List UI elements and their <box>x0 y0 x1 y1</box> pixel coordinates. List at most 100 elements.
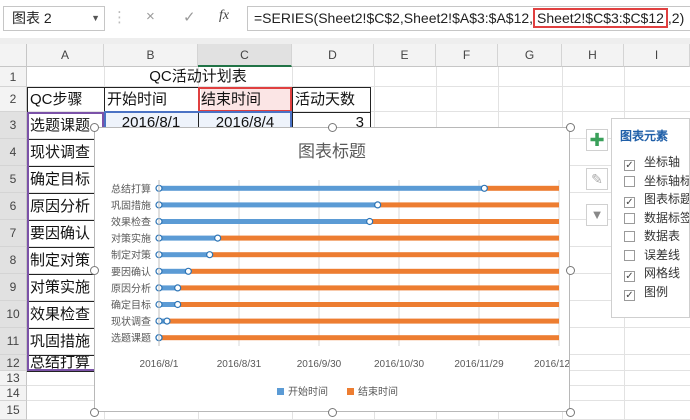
row-header[interactable]: 4 <box>0 139 27 166</box>
checkbox-icon[interactable] <box>624 231 635 242</box>
resize-handle[interactable] <box>566 123 575 132</box>
bar-end-time <box>484 185 559 191</box>
row-header[interactable]: 6 <box>0 193 27 220</box>
checkbox-checked-icon[interactable]: ✓ <box>624 160 635 171</box>
header-cell[interactable]: 开始时间 <box>107 87 197 112</box>
gantt-chart[interactable]: 图表标题 2016/8/1 2016/8/31 2016/9/30 2016/10/30… <box>95 128 584 411</box>
bar-end-time <box>369 219 559 224</box>
row-header[interactable]: 14 <box>0 386 27 401</box>
bar-selection-point <box>174 284 182 292</box>
y-tick-label: 原因分析 <box>111 282 151 295</box>
checkbox-checked-icon[interactable]: ✓ <box>624 197 635 208</box>
column-header[interactable]: F <box>436 44 498 67</box>
y-tick-label: 效果检查 <box>111 216 151 229</box>
bar-selection-point <box>206 251 214 259</box>
insert-function-icon[interactable]: fx <box>219 8 229 24</box>
checkbox-icon[interactable] <box>624 249 635 261</box>
y-tick-label: 对策实施 <box>111 232 151 245</box>
row-header[interactable]: 13 <box>0 371 27 386</box>
chart-area[interactable]: 图表标题 2016/8/1 2016/8/31 2016/9/30 2016/10/30… <box>94 127 584 412</box>
option-label: 数据标签 <box>644 210 690 225</box>
option-label: 网格线 <box>644 266 681 280</box>
name-box-value: 图表 2 <box>12 10 52 26</box>
column-header[interactable]: B <box>104 44 198 67</box>
bar-selection-point <box>174 300 182 309</box>
checkbox-icon[interactable] <box>624 175 635 187</box>
row-header[interactable]: 11 <box>0 328 27 355</box>
resize-handle[interactable] <box>566 408 575 417</box>
chart-element-option[interactable]: ✓ 图例 <box>624 283 668 301</box>
cancel-icon[interactable]: × <box>146 8 155 25</box>
resize-handle[interactable] <box>90 123 99 132</box>
bar-end-time <box>217 235 559 241</box>
column-header[interactable]: A <box>27 44 104 67</box>
header-cell[interactable]: QC步骤 <box>30 87 103 112</box>
column-header[interactable]: D <box>292 44 374 67</box>
column-header[interactable]: C <box>198 44 292 67</box>
resize-handle[interactable] <box>328 408 337 417</box>
row-header[interactable]: 5 <box>0 166 27 193</box>
row-header[interactable]: 15 <box>0 401 27 420</box>
chart-element-option[interactable]: 数据表 <box>624 227 680 244</box>
y-tick-label: 确定目标 <box>111 299 151 312</box>
select-all-corner[interactable] <box>0 44 27 67</box>
chevron-down-icon[interactable]: ▼ <box>91 7 100 30</box>
column-header[interactable]: E <box>374 44 436 67</box>
checkbox-icon[interactable] <box>624 212 635 224</box>
table-title: QC活动计划表 <box>149 68 247 85</box>
chart-element-option[interactable]: 坐标轴标题 <box>624 172 689 189</box>
option-label: 误差线 <box>644 247 681 262</box>
bar-selection-point <box>184 267 192 275</box>
formula-highlight: Sheet2!$C$3:$C$12 <box>533 8 668 28</box>
resize-handle[interactable] <box>566 266 575 275</box>
row-header[interactable]: 3 <box>0 112 27 139</box>
chart-element-option[interactable]: ✓ 坐标轴 <box>624 153 680 171</box>
column-header[interactable]: G <box>498 44 562 67</box>
y-tick-label: 现状调查 <box>111 315 151 328</box>
x-tick-label: 2016/12/29 <box>534 359 569 370</box>
formula-input[interactable]: =SERIES(Sheet2!$C$2,Sheet2!$A$3:$A$12, Sh… <box>247 6 690 31</box>
resize-handle[interactable] <box>328 123 337 132</box>
bar-end-time <box>167 318 559 324</box>
chart-element-option[interactable]: 误差线 <box>624 246 680 263</box>
column-header[interactable]: I <box>624 44 690 67</box>
resize-handle[interactable] <box>90 266 99 275</box>
bar-end-time <box>377 202 559 208</box>
option-label: 数据表 <box>644 229 681 243</box>
x-tick-label: 2016/10/30 <box>374 359 424 370</box>
add-chart-element-icon[interactable]: ✚ <box>586 129 608 151</box>
header-cell[interactable]: 活动天数 <box>295 87 373 112</box>
resize-handle[interactable] <box>90 408 99 417</box>
formula-prefix: =SERIES(Sheet2!$C$2,Sheet2!$A$3:$A$12, <box>254 10 534 26</box>
row-header[interactable]: 9 <box>0 274 27 301</box>
table-border <box>27 371 94 372</box>
option-label: 坐标轴 <box>644 155 681 169</box>
chart-element-option[interactable]: ✓ 网格线 <box>624 264 680 282</box>
bar-start-time <box>159 202 378 208</box>
series-name-highlight <box>198 87 292 112</box>
checkbox-checked-icon[interactable]: ✓ <box>624 271 635 282</box>
x-tick-label: 2016/8/31 <box>217 359 262 370</box>
bar-start-time <box>159 185 485 191</box>
column-header[interactable]: H <box>562 44 624 67</box>
chart-element-option[interactable]: 数据标签 <box>624 209 690 226</box>
filter-icon[interactable]: ▼ <box>586 204 608 226</box>
table-border <box>292 87 293 127</box>
option-label: 图表标题 <box>644 192 690 206</box>
name-box[interactable]: 图表 2 ▼ <box>3 6 105 31</box>
option-label: 坐标轴标题 <box>644 173 689 188</box>
formula-suffix: ,2) <box>667 10 685 26</box>
table-border <box>370 87 371 127</box>
bar-end-time <box>209 252 559 258</box>
row-header[interactable]: 1 <box>0 67 27 87</box>
row-header[interactable]: 10 <box>0 301 27 328</box>
row-header[interactable]: 7 <box>0 220 27 247</box>
brush-style-icon[interactable]: ✎ <box>586 168 608 190</box>
row-header[interactable]: 12 <box>0 355 27 371</box>
enter-icon[interactable]: ✓ <box>183 8 196 26</box>
checkbox-checked-icon[interactable]: ✓ <box>624 289 635 301</box>
bar-start-time <box>159 268 189 274</box>
chart-element-option[interactable]: ✓ 图表标题 <box>624 190 690 208</box>
row-header[interactable]: 8 <box>0 247 27 274</box>
row-header[interactable]: 2 <box>0 87 27 112</box>
